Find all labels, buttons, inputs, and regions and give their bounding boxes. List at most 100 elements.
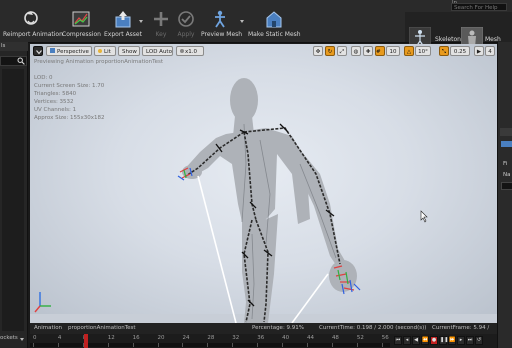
play-reverse-icon: ◀ bbox=[414, 337, 418, 343]
next-frame-button[interactable]: ⏩ bbox=[448, 336, 456, 345]
step-forward-button[interactable]: ▸ bbox=[457, 336, 465, 345]
animation-name: proportionAnimationTest bbox=[68, 325, 136, 331]
reimport-icon bbox=[24, 11, 38, 25]
preview-mesh-icon bbox=[215, 10, 225, 28]
details-tab[interactable] bbox=[500, 128, 512, 136]
grid-size-value[interactable]: 10 bbox=[386, 46, 400, 56]
sockets-label: ockets bbox=[0, 335, 18, 341]
to-start-button[interactable]: ⏮ bbox=[394, 336, 402, 345]
rotate-tool-button[interactable]: ↻ bbox=[325, 46, 335, 56]
compression-button[interactable]: Compression bbox=[62, 0, 101, 42]
timeline-tick-mark bbox=[232, 343, 234, 347]
timeline-tick-mark bbox=[207, 343, 209, 347]
skip-forward-icon: ⏭ bbox=[467, 337, 473, 343]
scale-snap-toggle[interactable]: ⤡ bbox=[439, 46, 449, 56]
compression-icon bbox=[72, 11, 90, 27]
details-input[interactable] bbox=[501, 182, 512, 190]
previous-frame-button[interactable]: ⏪ bbox=[421, 336, 429, 345]
animation-viewport[interactable]: Perspective Lit Show LOD Auto x1.0 ✥ ↻ ⤢… bbox=[30, 44, 497, 323]
apply-button[interactable]: Apply bbox=[175, 0, 197, 42]
preview-mesh-dropdown-caret[interactable] bbox=[240, 20, 244, 23]
viewport-toolbar: Perspective Lit Show LOD Auto x1.0 ✥ ↻ ⤢… bbox=[30, 44, 497, 58]
animation-timeline[interactable]: 048121620242832364044485256 ⏮ ◂ ◀ ⏪ ● ❚❚… bbox=[30, 334, 497, 348]
lit-icon bbox=[98, 49, 102, 53]
export-asset-button[interactable]: Export Asset bbox=[103, 0, 143, 42]
lod-button[interactable]: LOD Auto bbox=[142, 46, 173, 56]
scale-snap-value[interactable]: 0.25 bbox=[450, 46, 470, 56]
rotation-snap-value[interactable]: 10° bbox=[415, 46, 431, 56]
sockets-dropdown-caret[interactable] bbox=[20, 338, 24, 341]
camera-speed-button[interactable]: ▶ bbox=[474, 46, 484, 56]
preview-mesh-button[interactable]: Preview Mesh bbox=[201, 0, 242, 42]
rotation-snap-toggle[interactable]: △ bbox=[404, 46, 414, 56]
timeline-tick-label: 32 bbox=[232, 335, 240, 341]
lit-label: Lit bbox=[104, 49, 111, 55]
to-end-button[interactable]: ⏭ bbox=[466, 336, 474, 345]
grid-snap-toggle[interactable]: # bbox=[375, 46, 385, 56]
grid-icon: # bbox=[376, 49, 381, 55]
export-asset-icon bbox=[115, 11, 131, 28]
details-toggle[interactable] bbox=[501, 141, 512, 147]
timeline-tick-label: 12 bbox=[107, 335, 115, 341]
timeline-tick-label: 0 bbox=[33, 335, 37, 341]
left-panel-tab[interactable]: ls bbox=[0, 42, 28, 51]
perspective-button[interactable]: Perspective bbox=[46, 46, 92, 56]
step-back-button[interactable]: ◂ bbox=[403, 336, 411, 345]
playback-speed-button[interactable]: x1.0 bbox=[176, 46, 204, 56]
key-button[interactable]: Key bbox=[150, 0, 172, 42]
help-search-input[interactable]: Search For Help bbox=[451, 3, 507, 11]
animation-label: Animation bbox=[34, 325, 63, 331]
scale-tool-button[interactable]: ⤢ bbox=[337, 46, 347, 56]
camera-icon: ▶ bbox=[476, 49, 482, 55]
animation-status-bar: Animation proportionAnimationTest Percen… bbox=[30, 323, 497, 342]
timeline-tick-label: 56 bbox=[381, 335, 389, 341]
timeline-tick-label: 52 bbox=[356, 335, 364, 341]
world-space-button[interactable]: ◍ bbox=[351, 46, 361, 56]
timeline-tick-mark bbox=[57, 343, 59, 347]
main-toolbar: Reimport Animation Compression Export As… bbox=[0, 0, 512, 49]
scale-icon: ⤢ bbox=[339, 49, 345, 55]
current-time-readout: CurrentTime: 0.198 / 2.000 (second(s)) bbox=[319, 325, 427, 331]
lit-button[interactable]: Lit bbox=[94, 46, 116, 56]
timeline-tick-mark bbox=[257, 343, 259, 347]
surface-snap-button[interactable]: ✚ bbox=[363, 46, 373, 56]
next-frame-icon: ⏩ bbox=[449, 337, 456, 343]
viewport-options-button[interactable] bbox=[33, 46, 43, 56]
preview-title: Previewing Animation proportionAnimation… bbox=[34, 59, 163, 65]
mesh-stats: LOD: 0 Current Screen Size: 1.70 Triangl… bbox=[34, 74, 104, 122]
stat-approx-size: Approx Size: 155x30x182 bbox=[34, 115, 105, 121]
scrub-playhead[interactable] bbox=[83, 334, 88, 348]
skip-back-icon: ⏮ bbox=[395, 337, 401, 343]
record-button[interactable]: ● bbox=[430, 336, 438, 345]
show-button[interactable]: Show bbox=[118, 46, 140, 56]
camera-speed-value[interactable]: 4 bbox=[485, 46, 495, 56]
make-static-mesh-button[interactable]: Make Static Mesh bbox=[248, 0, 301, 42]
timeline-tick-mark bbox=[33, 343, 34, 347]
reimport-animation-button[interactable]: Reimport Animation bbox=[3, 0, 63, 42]
stat-screen-size: Current Screen Size: 1.70 bbox=[34, 83, 105, 89]
timeline-tick-label: 40 bbox=[282, 335, 290, 341]
timeline-tick-label: 20 bbox=[157, 335, 165, 341]
translate-tool-button[interactable]: ✥ bbox=[313, 46, 323, 56]
skeleton-mode-label: Skeleton bbox=[435, 36, 461, 43]
editor-mode-strip: Skeleton Mesh bbox=[405, 12, 512, 49]
left-panel-tree[interactable] bbox=[2, 69, 24, 331]
export-asset-dropdown-caret[interactable] bbox=[139, 20, 143, 23]
translate-icon: ✥ bbox=[315, 49, 321, 55]
angle-icon: △ bbox=[406, 49, 412, 55]
pause-button[interactable]: ❚❚ bbox=[439, 336, 448, 345]
loop-button[interactable]: ↺ bbox=[475, 336, 483, 345]
playback-speed-label: x1.0 bbox=[185, 49, 198, 55]
globe-icon: ◍ bbox=[353, 49, 359, 55]
timeline-tick-label: 16 bbox=[132, 335, 140, 341]
play-reverse-button[interactable]: ◀ bbox=[412, 336, 420, 345]
timeline-tick-label: 28 bbox=[207, 335, 215, 341]
stat-uv-channels: UV Channels: 1 bbox=[34, 107, 77, 113]
loop-icon: ↺ bbox=[476, 337, 482, 343]
make-static-mesh-icon bbox=[266, 11, 282, 28]
step-forward-icon: ▸ bbox=[459, 337, 463, 343]
search-icon bbox=[17, 57, 25, 65]
axis-indicator bbox=[34, 292, 51, 313]
scale-snap-icon: ⤡ bbox=[441, 49, 447, 55]
timeline-tick-label: 48 bbox=[331, 335, 339, 341]
